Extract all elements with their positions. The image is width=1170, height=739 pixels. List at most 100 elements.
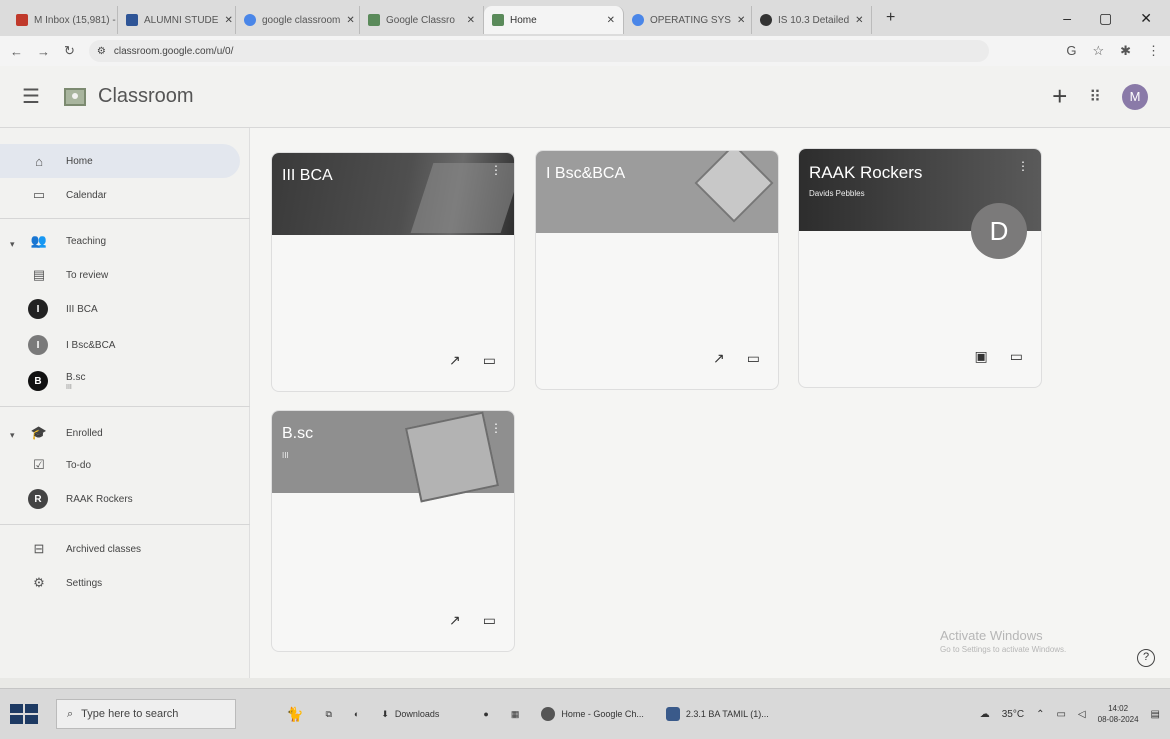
edge-icon[interactable]: ◐ — [354, 709, 359, 719]
class-title[interactable]: I Bsc&BCA — [546, 165, 625, 183]
close-icon[interactable]: ✕ — [607, 15, 615, 26]
tab-label: M Inbox (15,981) - — [34, 14, 116, 26]
tab-is-detailed[interactable]: IS 10.3 Detailed ✕ — [752, 6, 872, 34]
sidebar-item-enrolled[interactable]: 🎓 Enrolled — [0, 416, 240, 450]
notifications-icon[interactable]: ▤ — [1151, 709, 1160, 720]
tab-home[interactable]: Home ✕ — [484, 6, 624, 34]
taskbar-document[interactable]: 2.3.1 BA TAMIL (1)... — [665, 707, 769, 721]
main-menu-icon[interactable]: ☰ — [22, 84, 46, 109]
class-banner — [272, 153, 514, 235]
app-title[interactable]: Classroom — [98, 85, 194, 108]
extensions-icon[interactable]: ✱ — [1120, 43, 1131, 59]
class-card[interactable]: B.sc III ⋮ ↗ ▭ — [271, 410, 515, 652]
trending-icon[interactable]: ↗ — [449, 612, 461, 629]
volume-icon[interactable]: ◁ — [1078, 709, 1086, 720]
new-tab-button[interactable]: + — [886, 9, 895, 27]
sidebar-item-class[interactable]: I I Bsc&BCA — [0, 328, 240, 362]
tab-label: IS 10.3 Detailed — [778, 14, 850, 26]
sidebar-item-class[interactable]: R RAAK Rockers — [0, 482, 240, 516]
class-teacher: Davids Pebbles — [809, 189, 865, 198]
tab-inbox[interactable]: M Inbox (15,981) - ✕ — [8, 6, 118, 34]
sidebar-item-settings[interactable]: ⚙ Settings — [0, 566, 240, 600]
sidebar-item-teaching[interactable]: 👥 Teaching — [0, 224, 240, 258]
google-apps-icon[interactable]: ⠿ — [1089, 87, 1101, 107]
tab-operating-systems[interactable]: OPERATING SYS ✕ — [624, 6, 752, 34]
site-info-icon[interactable]: ⚙ — [97, 46, 106, 57]
task-view-icon[interactable]: ⧉ — [325, 709, 331, 720]
sidebar-item-calendar[interactable]: ▭ Calendar — [0, 178, 240, 212]
chevron-up-icon[interactable]: ⌃ — [1036, 709, 1044, 720]
windows-start-icon[interactable] — [10, 704, 38, 724]
class-card[interactable]: I Bsc&BCA ↗ ▭ — [535, 150, 779, 390]
sidebar-item-archived[interactable]: ⊟ Archived classes — [0, 532, 240, 566]
close-window-button[interactable]: ✕ — [1140, 10, 1152, 27]
url-field[interactable]: ⚙ classroom.google.com/u/0/ — [88, 40, 989, 62]
bookmark-star-icon[interactable]: ☆ — [1092, 43, 1104, 59]
doc-icon — [126, 14, 138, 26]
tab-alumni[interactable]: ALUMNI STUDE ✕ — [118, 6, 236, 34]
banner-illustration — [404, 411, 500, 503]
google-lens-icon[interactable]: G — [1066, 43, 1076, 59]
trending-icon[interactable]: ↗ — [713, 350, 725, 367]
tab-google-search[interactable]: google classroom ✕ — [236, 6, 360, 34]
watermark-title: Activate Windows — [940, 628, 1043, 643]
network-icon[interactable]: ▭ — [1056, 709, 1065, 720]
close-icon[interactable]: ✕ — [224, 15, 232, 26]
sidebar: ⌂ Home ▭ Calendar ▾ 👥 Teaching ▤ To revi… — [0, 128, 250, 678]
more-options-icon[interactable]: ⋮ — [490, 163, 502, 177]
close-icon[interactable]: ✕ — [737, 15, 745, 26]
taskbar-item-label: Home - Google Ch... — [561, 709, 644, 719]
tab-label: ALUMNI STUDE — [144, 14, 219, 26]
app-icon[interactable]: ● — [483, 709, 488, 719]
sidebar-item-class[interactable]: I III BCA — [0, 292, 240, 326]
watermark-subtitle: Go to Settings to activate Windows. — [940, 645, 1067, 654]
reload-icon[interactable]: ↻ — [64, 43, 75, 59]
account-avatar[interactable]: M — [1122, 83, 1148, 110]
class-avatar: R — [28, 489, 48, 509]
todo-icon: ☑ — [33, 457, 45, 472]
class-avatar: I — [28, 299, 48, 319]
close-icon[interactable]: ✕ — [346, 15, 354, 26]
assignment-icon[interactable]: ▣ — [975, 348, 988, 365]
close-icon[interactable]: ✕ — [467, 15, 475, 26]
class-title[interactable]: B.sc — [282, 425, 313, 443]
class-title[interactable]: RAAK Rockers — [809, 163, 922, 183]
class-card[interactable]: RAAK Rockers Davids Pebbles ⋮ D ▣ ▭ — [798, 148, 1042, 388]
more-options-icon[interactable]: ⋮ — [1017, 159, 1029, 173]
sidebar-item-to-review[interactable]: ▤ To review — [0, 258, 240, 292]
sidebar-item-label: RAAK Rockers — [66, 493, 133, 505]
taskbar-search[interactable]: ⌕ Type here to search — [56, 699, 236, 729]
close-icon[interactable]: ✕ — [855, 15, 863, 26]
clock[interactable]: 14:02 08-08-2024 — [1098, 703, 1139, 725]
classroom-icon — [368, 14, 380, 26]
more-options-icon[interactable]: ⋮ — [490, 421, 502, 435]
taskbar-downloads[interactable]: ⬇ Downloads — [381, 709, 439, 720]
trending-icon[interactable]: ↗ — [449, 352, 461, 369]
download-icon: ⬇ — [381, 708, 389, 719]
class-card[interactable]: III BCA ⋮ ↗ ▭ — [271, 152, 515, 392]
folder-icon[interactable]: ▭ — [747, 350, 760, 367]
minimize-button[interactable]: – — [1063, 10, 1071, 27]
forward-icon[interactable]: → — [37, 44, 50, 59]
browser-menu-icon[interactable]: ⋮ — [1147, 43, 1160, 59]
sidebar-item-home[interactable]: ⌂ Home — [0, 144, 240, 178]
classroom-logo-icon[interactable] — [64, 87, 86, 106]
maximize-button[interactable]: ▢ — [1099, 10, 1112, 27]
folder-icon[interactable]: ▭ — [1010, 348, 1023, 365]
class-avatar: B — [28, 371, 48, 391]
temperature[interactable]: 35°C — [1002, 709, 1024, 720]
help-icon[interactable]: ? — [1137, 649, 1155, 667]
sidebar-item-class[interactable]: B B.sc III — [0, 364, 240, 398]
sidebar-item-label: Calendar — [66, 189, 107, 201]
tab-google-classroom[interactable]: Google Classro ✕ — [360, 6, 484, 34]
create-class-button[interactable]: + — [1052, 81, 1067, 112]
folder-icon[interactable]: ▭ — [483, 352, 496, 369]
folder-icon[interactable]: ▭ — [483, 612, 496, 629]
class-title[interactable]: III BCA — [282, 167, 333, 185]
weather-icon[interactable]: ☁ — [980, 709, 990, 720]
back-icon[interactable]: ← — [10, 44, 23, 59]
sidebar-item-todo[interactable]: ☑ To-do — [0, 448, 240, 482]
taskbar-chrome[interactable]: Home - Google Ch... — [541, 707, 644, 721]
store-icon[interactable]: ▦ — [511, 709, 520, 720]
word-icon — [665, 707, 680, 721]
